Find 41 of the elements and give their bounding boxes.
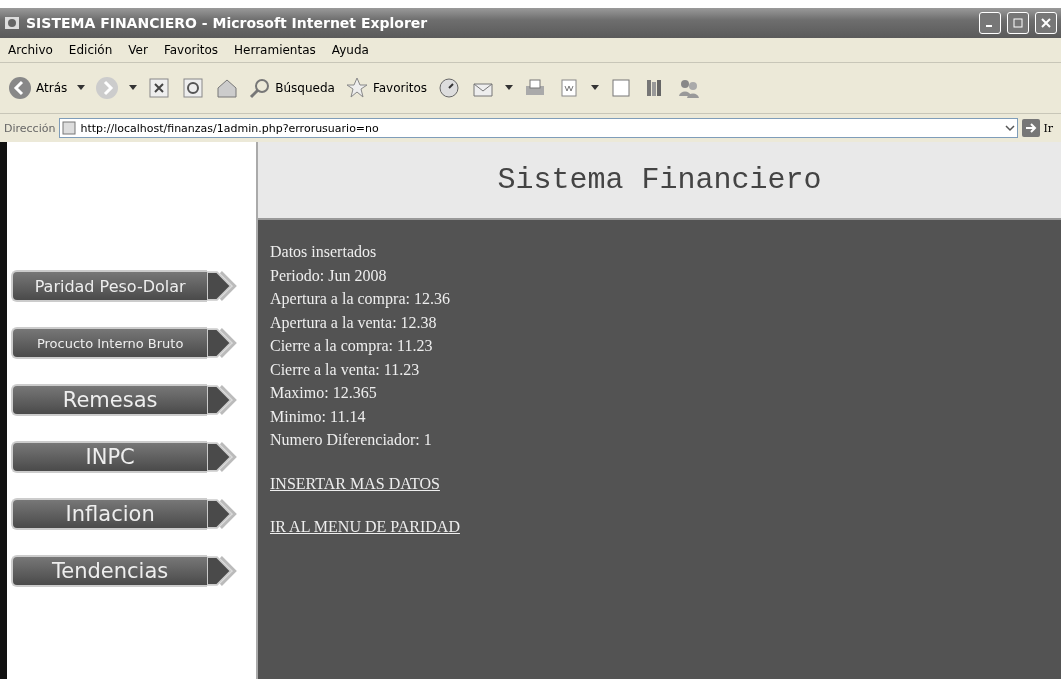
menu-item[interactable]: Favoritos (163, 43, 219, 57)
go-button[interactable]: Ir (1022, 119, 1057, 137)
favorites-button[interactable]: Favoritos (344, 76, 428, 100)
caret-icon[interactable] (505, 85, 514, 91)
data-line: Numero Diferenciador: 1 (270, 430, 432, 450)
menu-item[interactable]: Archivo (8, 43, 53, 57)
refresh-icon[interactable] (181, 76, 206, 100)
page-header: Sistema Financiero (258, 142, 1061, 220)
menu-item[interactable]: Ver (128, 43, 148, 57)
maximize-icon[interactable] (1013, 18, 1023, 28)
address-field[interactable]: http://localhost/finanzas/1admin.php?errorusuario=no (59, 118, 1019, 138)
page-icon (62, 121, 77, 135)
data-line: Datos insertados (270, 242, 377, 262)
stop-icon[interactable] (147, 76, 172, 100)
data-line: Periodo: Jun 2008 (270, 265, 387, 286)
menu-item[interactable]: Ayuda (331, 43, 369, 57)
menu-item[interactable]: Herramientas (234, 43, 316, 57)
menu-item[interactable]: Edición (68, 43, 113, 57)
back-button[interactable]: Atrás (8, 76, 68, 100)
close-button[interactable] (1035, 12, 1057, 34)
text-link[interactable]: IR AL MENU DE PARIDAD (270, 514, 460, 538)
history-icon[interactable] (437, 76, 462, 100)
caret-icon[interactable] (591, 85, 600, 91)
data-line: Apertura a la compra: 12.36 (270, 289, 450, 310)
data-line: Apertura a la venta: 12.38 (270, 312, 437, 334)
data-line: Minimo: 11.14 (270, 406, 366, 427)
caret-icon[interactable] (129, 85, 138, 91)
search-icon[interactable] (249, 77, 272, 99)
data-line: Cierre a la venta: 11.23 (270, 359, 420, 380)
minimize-button[interactable] (979, 12, 1001, 34)
browser-logo-icon (4, 15, 20, 31)
search-button[interactable]: Búsqueda (249, 77, 335, 99)
address-label: Dirección (4, 121, 56, 135)
close-icon[interactable] (1041, 18, 1051, 28)
data-line: Cierre a la compra: 11.23 (270, 336, 433, 357)
maximize-button[interactable] (1007, 12, 1029, 34)
data-line: Maximo: 12.365 (270, 383, 377, 403)
text-link[interactable]: INSERTAR MAS DATOS (270, 471, 440, 495)
caret-icon[interactable] (77, 85, 86, 91)
window-title: SISTEMA FINANCIERO - Microsoft Internet Explorer (26, 15, 429, 31)
star-icon[interactable] (344, 76, 369, 100)
